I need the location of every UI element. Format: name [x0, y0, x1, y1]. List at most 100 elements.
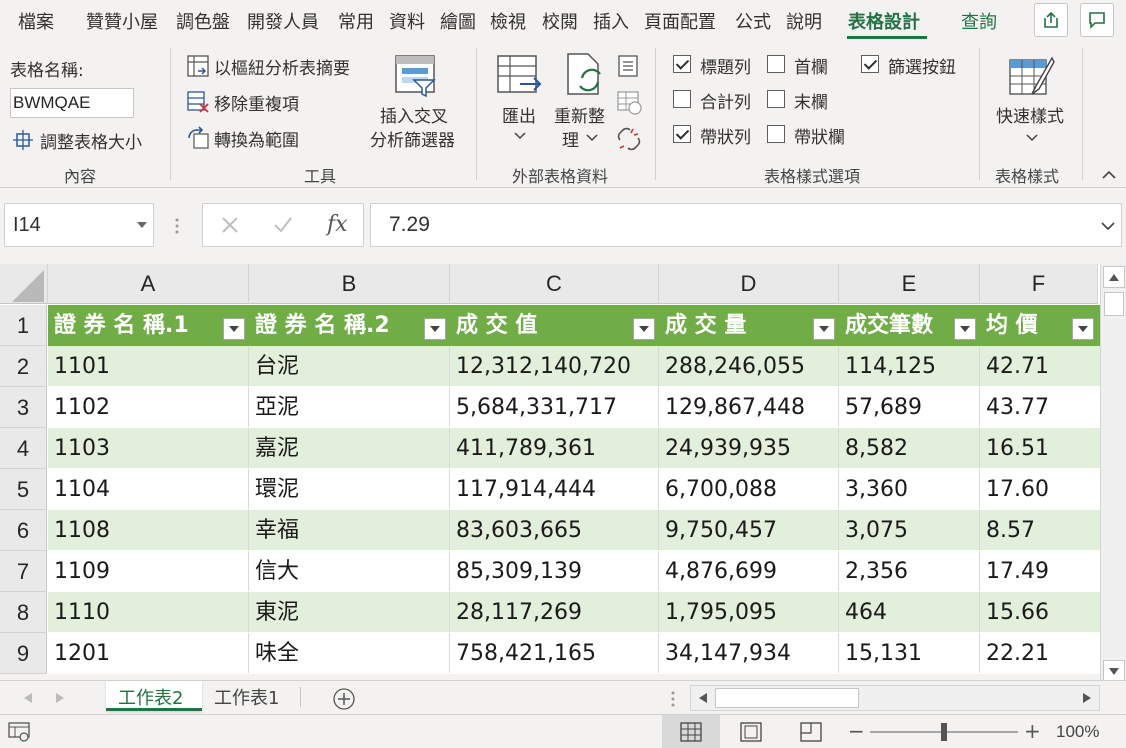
table-cell[interactable]: 1102 [48, 387, 249, 427]
table-cell[interactable]: 12,312,140,720 [450, 346, 659, 386]
splitter-icon[interactable] [670, 690, 676, 708]
scroll-down-button[interactable] [1103, 660, 1125, 682]
zoom-out-button[interactable]: − [848, 719, 865, 743]
column-header[interactable]: F [980, 264, 1098, 304]
table-cell[interactable]: 17.60 [980, 469, 1098, 509]
table-cell[interactable]: 1104 [48, 469, 249, 509]
worksheet-grid[interactable]: ABCDEF 1 證 券 名 稱.1 證 券 名 稱.2 成 交 值 成 交 量 成交筆數… [0, 264, 1100, 674]
zoom-level[interactable]: 100% [1056, 722, 1099, 742]
table-cell[interactable]: 味全 [249, 633, 450, 673]
tab-formulas[interactable]: 公式 [735, 8, 771, 34]
tab-developer[interactable]: 開發人員 [247, 8, 319, 34]
filter-dropdown-icon[interactable] [954, 318, 976, 340]
enter-check-icon[interactable] [273, 216, 293, 234]
table-cell[interactable]: 42.71 [980, 346, 1098, 386]
table-cell[interactable]: 5,684,331,717 [450, 387, 659, 427]
header-row-checkbox[interactable] [673, 55, 691, 73]
summarize-pivot-button[interactable]: 以樞紐分析表摘要 [184, 52, 364, 80]
table-cell[interactable]: 85,309,139 [450, 551, 659, 591]
first-column-checkbox[interactable] [767, 55, 785, 73]
table-header-cell[interactable]: 證 券 名 稱.2 [249, 305, 450, 346]
horizontal-scrollbar[interactable] [690, 685, 1100, 711]
tab-data[interactable]: 資料 [389, 8, 425, 34]
table-cell[interactable]: 1109 [48, 551, 249, 591]
column-header[interactable]: E [839, 264, 980, 304]
tab-table-design[interactable]: 表格設計 [848, 8, 920, 34]
properties-icon[interactable] [617, 54, 639, 78]
table-cell[interactable]: 43.77 [980, 387, 1098, 427]
row-header[interactable]: 5 [0, 469, 47, 510]
table-cell[interactable]: 411,789,361 [450, 428, 659, 468]
tab-draw[interactable]: 繪圖 [440, 8, 476, 34]
table-cell[interactable]: 9,750,457 [659, 510, 839, 550]
tab-page-layout[interactable]: 頁面配置 [644, 8, 716, 34]
zoom-slider-thumb[interactable] [941, 723, 947, 741]
table-header-cell[interactable]: 成交筆數 [839, 305, 980, 346]
vertical-scrollbar[interactable] [1100, 264, 1126, 686]
insert-slicer-button[interactable]: 插入交叉 分析篩選器 [370, 50, 466, 160]
next-sheet-icon[interactable] [56, 693, 64, 703]
table-cell[interactable]: 57,689 [839, 387, 980, 427]
table-cell[interactable]: 288,246,055 [659, 346, 839, 386]
table-cell[interactable]: 4,876,699 [659, 551, 839, 591]
add-sheet-icon[interactable] [332, 687, 356, 711]
table-cell[interactable]: 24,939,935 [659, 428, 839, 468]
sheet-tab[interactable]: 工作表1 [204, 681, 298, 711]
tab-help[interactable]: 說明 [786, 8, 822, 34]
banded-rows-checkbox[interactable] [673, 125, 691, 143]
table-cell[interactable]: 幸福 [249, 510, 450, 550]
table-header-cell[interactable]: 均 價 [980, 305, 1098, 346]
table-cell[interactable]: 1201 [48, 633, 249, 673]
export-button[interactable]: 匯出 [494, 50, 546, 160]
table-cell[interactable]: 1101 [48, 346, 249, 386]
row-header[interactable]: 3 [0, 387, 47, 428]
table-cell[interactable]: 28,117,269 [450, 592, 659, 632]
table-cell[interactable]: 1103 [48, 428, 249, 468]
vertical-scroll-thumb[interactable] [1104, 292, 1124, 316]
table-cell[interactable]: 1,795,095 [659, 592, 839, 632]
page-layout-view-icon[interactable] [740, 722, 762, 742]
zoom-in-button[interactable]: + [1024, 719, 1041, 743]
table-cell[interactable]: 8.57 [980, 510, 1098, 550]
tab-palette[interactable]: 調色盤 [176, 8, 230, 34]
table-cell[interactable]: 6,700,088 [659, 469, 839, 509]
table-cell[interactable]: 15.66 [980, 592, 1098, 632]
filter-dropdown-icon[interactable] [424, 318, 446, 340]
row-header[interactable]: 1 [0, 305, 47, 346]
collapse-ribbon-icon[interactable] [1102, 170, 1116, 180]
arrow-left-icon[interactable] [699, 693, 707, 703]
normal-view-button[interactable] [662, 715, 720, 748]
column-header[interactable]: D [659, 264, 839, 304]
resize-table-button[interactable]: 調整表格大小 [10, 127, 170, 153]
tab-query[interactable]: 查詢 [961, 8, 997, 34]
row-header[interactable]: 9 [0, 633, 47, 674]
accessibility-icon[interactable] [8, 722, 30, 742]
share-button[interactable] [1034, 3, 1068, 37]
table-cell[interactable]: 3,360 [839, 469, 980, 509]
scroll-up-button[interactable] [1103, 266, 1125, 288]
filter-dropdown-icon[interactable] [813, 318, 835, 340]
table-cell[interactable]: 758,421,165 [450, 633, 659, 673]
table-cell[interactable]: 亞泥 [249, 387, 450, 427]
column-header[interactable]: B [249, 264, 450, 304]
table-cell[interactable]: 1110 [48, 592, 249, 632]
filter-dropdown-icon[interactable] [223, 318, 245, 340]
row-header[interactable]: 4 [0, 428, 47, 469]
tab-review[interactable]: 校閱 [542, 8, 578, 34]
tab-home[interactable]: 常用 [338, 8, 374, 34]
page-break-view-icon[interactable] [800, 722, 822, 742]
table-cell[interactable]: 129,867,448 [659, 387, 839, 427]
prev-sheet-icon[interactable] [24, 693, 32, 703]
table-cell[interactable]: 1108 [48, 510, 249, 550]
table-header-cell[interactable]: 成 交 量 [659, 305, 839, 346]
horizontal-scroll-thumb[interactable] [715, 688, 859, 708]
row-header[interactable]: 6 [0, 510, 47, 551]
row-header[interactable]: 8 [0, 592, 47, 633]
name-box[interactable]: I14 [4, 203, 154, 247]
table-header-cell[interactable]: 成 交 值 [450, 305, 659, 346]
formula-input[interactable]: 7.29 [370, 203, 1122, 247]
table-cell[interactable]: 8,582 [839, 428, 980, 468]
row-header[interactable]: 2 [0, 346, 47, 387]
column-header[interactable]: C [450, 264, 659, 304]
table-cell[interactable]: 83,603,665 [450, 510, 659, 550]
